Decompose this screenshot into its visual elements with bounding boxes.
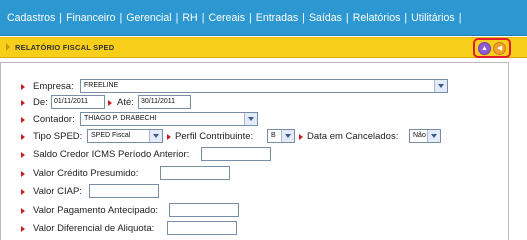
valor-pagamento-row: Valor Pagamento Antecipado: xyxy=(1,203,510,219)
menu-item-cadastros[interactable]: Cadastros xyxy=(7,12,55,24)
chevron-down-icon[interactable] xyxy=(434,80,447,92)
data-cancelados-select[interactable]: Não xyxy=(409,129,441,143)
valor-diferencial-input[interactable] xyxy=(167,221,237,235)
perfil-value: B xyxy=(271,132,276,139)
valor-diferencial-row: Valor Diferencial de Aliquota: xyxy=(1,221,510,237)
menu-separator: | xyxy=(345,12,349,24)
ate-label: Até: xyxy=(117,97,134,108)
tipo-sped-row: Tipo SPED: SPED Fiscal Perfil Contribuin… xyxy=(1,129,510,145)
menu-separator: | xyxy=(302,12,305,24)
contador-value: THIAGO P. DRABECHI xyxy=(84,115,157,122)
menu-separator: | xyxy=(404,12,408,24)
de-date-field[interactable]: 01/11/2011 xyxy=(51,95,105,109)
bullet-icon xyxy=(21,208,25,214)
main-menu: Cadastros | Financeiro | Gerencial | RH | Cereai… xyxy=(7,12,465,26)
tipo-sped-select[interactable]: SPED Fiscal xyxy=(87,129,163,143)
bullet-icon xyxy=(21,226,25,232)
menu-item-relatorios[interactable]: Relatórios xyxy=(353,12,401,24)
contador-row: Contador: THIAGO P. DRABECHI xyxy=(1,112,510,128)
menu-item-rh[interactable]: RH xyxy=(182,12,197,24)
menu-separator: | xyxy=(458,12,462,24)
bullet-icon xyxy=(299,134,303,140)
bullet-icon xyxy=(21,100,25,106)
bullet-icon xyxy=(21,152,25,158)
menu-separator: | xyxy=(249,12,252,24)
perfil-select[interactable]: B xyxy=(267,129,295,143)
tipo-sped-value: SPED Fiscal xyxy=(91,132,131,139)
up-button[interactable]: ▲ xyxy=(478,42,491,55)
report-form-panel: Empresa: FREELINE De: 01/11/2011 Até: 30… xyxy=(0,62,509,240)
chevron-down-icon[interactable] xyxy=(281,130,294,142)
period-row: De: 01/11/2011 Até: 30/11/2011 xyxy=(1,95,510,111)
saldo-credor-row: Saldo Credor ICMS Período Anterior: xyxy=(1,147,510,163)
menu-item-financeiro[interactable]: Financeiro xyxy=(66,12,115,24)
valor-credito-row: Valor Crédito Presumido: xyxy=(1,166,510,182)
valor-credito-label: Valor Crédito Presumido: xyxy=(33,168,139,179)
empresa-select[interactable]: FREELINE xyxy=(80,79,448,93)
valor-credito-input[interactable] xyxy=(160,166,230,180)
title-arrow-icon xyxy=(6,43,10,51)
saldo-credor-input[interactable] xyxy=(201,147,271,161)
valor-ciap-label: Valor CIAP: xyxy=(33,186,82,197)
menu-item-saidas[interactable]: Saídas xyxy=(309,12,342,24)
chevron-down-icon[interactable] xyxy=(244,113,257,125)
menu-item-cereais[interactable]: Cereais xyxy=(208,12,245,24)
menu-separator: | xyxy=(59,12,63,24)
valor-pagamento-input[interactable] xyxy=(169,203,239,217)
valor-pagamento-label: Valor Pagamento Antecipado: xyxy=(33,205,158,216)
page-title-bar: RELATÓRIO FISCAL SPED xyxy=(0,37,527,58)
bullet-icon xyxy=(167,134,171,140)
bullet-icon xyxy=(21,171,25,177)
data-cancelados-label: Data em Cancelados: xyxy=(307,131,399,142)
saldo-credor-label: Saldo Credor ICMS Período Anterior: xyxy=(33,149,190,160)
valor-ciap-row: Valor CIAP: xyxy=(1,184,510,200)
tipo-sped-label: Tipo SPED: xyxy=(33,131,83,142)
bullet-icon xyxy=(21,84,25,90)
chevron-down-icon[interactable] xyxy=(427,130,440,142)
contador-select[interactable]: THIAGO P. DRABECHI xyxy=(80,112,258,126)
valor-ciap-input[interactable] xyxy=(89,184,159,198)
page-title: RELATÓRIO FISCAL SPED xyxy=(15,43,115,52)
perfil-label: Perfil Contribuinte: xyxy=(175,131,254,142)
bullet-icon xyxy=(21,189,25,195)
contador-label: Contador: xyxy=(33,114,75,125)
back-button[interactable]: ◀ xyxy=(493,42,506,55)
menu-separator: | xyxy=(201,12,205,24)
bullet-icon xyxy=(21,134,25,140)
empresa-value: FREELINE xyxy=(84,82,119,89)
bullet-icon xyxy=(21,117,25,123)
empresa-label: Empresa: xyxy=(33,81,74,92)
menu-item-utilitarios[interactable]: Utilitários xyxy=(411,12,455,24)
menu-separator: | xyxy=(119,12,123,24)
date-picker-icon[interactable] xyxy=(108,100,112,106)
menu-separator: | xyxy=(175,12,179,24)
top-menu-bar: Cadastros | Financeiro | Gerencial | RH | Cereai… xyxy=(0,0,527,36)
valor-diferencial-label: Valor Diferencial de Aliquota: xyxy=(33,223,155,234)
menu-item-entradas[interactable]: Entradas xyxy=(256,12,298,24)
empresa-row: Empresa: FREELINE xyxy=(1,79,510,95)
arrow-back-icon: ◀ xyxy=(496,45,503,52)
de-label: De: xyxy=(33,97,48,108)
chevron-down-icon[interactable] xyxy=(149,130,162,142)
arrow-up-icon: ▲ xyxy=(481,45,488,52)
ate-date-field[interactable]: 30/11/2011 xyxy=(138,95,191,109)
menu-item-gerencial[interactable]: Gerencial xyxy=(126,12,171,24)
navigation-buttons-highlight: ▲ ◀ xyxy=(473,38,511,58)
data-cancelados-value: Não xyxy=(413,132,426,139)
